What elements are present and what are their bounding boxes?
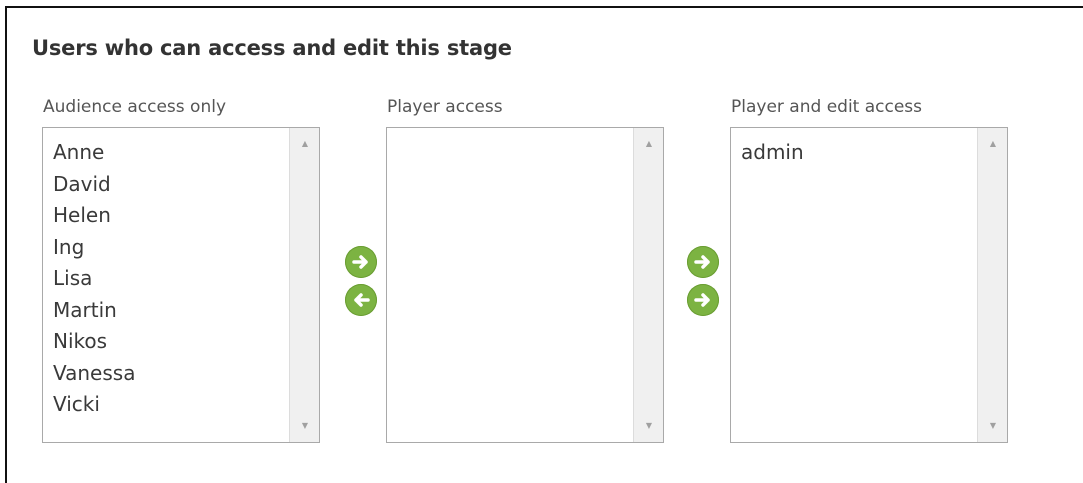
list-item[interactable]: Vanessa bbox=[53, 358, 283, 390]
player-edit-scrollbar[interactable]: ▲ ▼ bbox=[977, 128, 1007, 442]
player-scrollbar[interactable]: ▲ ▼ bbox=[633, 128, 663, 442]
move-from-edit-button[interactable] bbox=[687, 284, 719, 316]
audience-listbox[interactable]: Anne David Helen Ing Lisa Martin Nikos Vanessa V… bbox=[42, 127, 320, 443]
scroll-up-icon[interactable]: ▲ bbox=[290, 134, 319, 154]
list-item[interactable]: Vicki bbox=[53, 389, 283, 421]
move-to-player-button[interactable] bbox=[345, 246, 377, 278]
list-item[interactable]: Lisa bbox=[53, 263, 283, 295]
scroll-down-icon[interactable]: ▼ bbox=[290, 416, 319, 436]
scroll-up-icon[interactable]: ▲ bbox=[978, 134, 1007, 154]
audience-list-items: Anne David Helen Ing Lisa Martin Nikos Vanessa V… bbox=[53, 137, 283, 421]
scroll-down-icon[interactable]: ▼ bbox=[978, 416, 1007, 436]
player-edit-list-label: Player and edit access bbox=[731, 97, 923, 117]
list-item[interactable]: David bbox=[53, 169, 283, 201]
list-item[interactable]: Martin bbox=[53, 295, 283, 327]
list-item[interactable]: Ing bbox=[53, 232, 283, 264]
list-item[interactable]: admin bbox=[741, 137, 971, 169]
move-to-edit-button[interactable] bbox=[687, 246, 719, 278]
list-item[interactable]: Nikos bbox=[53, 326, 283, 358]
audience-scrollbar[interactable]: ▲ ▼ bbox=[289, 128, 319, 442]
move-to-audience-button[interactable] bbox=[345, 284, 377, 316]
arrow-left-icon bbox=[354, 293, 370, 307]
section-title: Users who can access and edit this stage bbox=[32, 36, 512, 60]
arrow-right-icon bbox=[694, 293, 710, 307]
arrow-right-icon bbox=[352, 255, 368, 269]
player-listbox[interactable]: ▲ ▼ bbox=[386, 127, 664, 443]
scroll-down-icon[interactable]: ▼ bbox=[634, 416, 663, 436]
scroll-up-icon[interactable]: ▲ bbox=[634, 134, 663, 154]
arrow-right-icon bbox=[694, 255, 710, 269]
audience-list-label: Audience access only bbox=[43, 97, 227, 117]
list-item[interactable]: Helen bbox=[53, 200, 283, 232]
player-edit-listbox[interactable]: admin ▲ ▼ bbox=[730, 127, 1008, 443]
player-list-label: Player access bbox=[387, 97, 503, 117]
list-item[interactable]: Anne bbox=[53, 137, 283, 169]
stage-access-panel: Users who can access and edit this stage… bbox=[5, 6, 1083, 483]
player-edit-list-items: admin bbox=[741, 137, 971, 169]
